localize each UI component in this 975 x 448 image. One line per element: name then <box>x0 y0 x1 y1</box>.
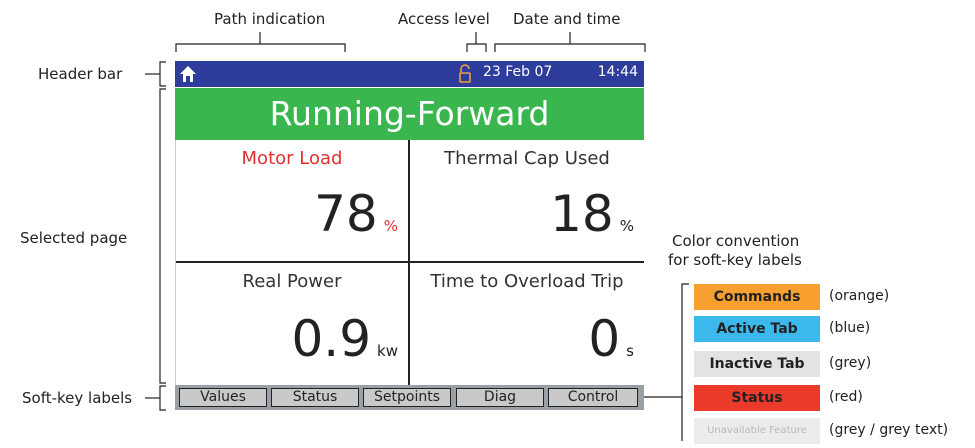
soft-key-labels-label: Soft-key labels <box>22 389 133 407</box>
softkey-values[interactable]: Values <box>179 388 267 407</box>
access-level-bracket <box>466 43 487 52</box>
cell-unit: % <box>383 217 398 235</box>
color-convention-title: Color convention <box>672 232 800 250</box>
legend-commands-swatch: Commands <box>694 284 820 310</box>
status-banner: Running-Forward <box>175 88 644 140</box>
legend-unavailable-swatch: Unavailable Feature <box>694 418 820 444</box>
path-indication-label: Path indication <box>214 10 326 28</box>
color-convention-subtitle: for soft-key labels <box>668 251 802 269</box>
cell-value-group: 0.9 kw <box>292 314 399 364</box>
cell-value: 18 <box>550 185 614 243</box>
cell-title: Time to Overload Trip <box>430 271 624 292</box>
legend-active-tab-swatch: Active Tab <box>694 316 820 342</box>
access-level-label: Access level <box>398 10 490 28</box>
overload-trip-cell: Time to Overload Trip 0s <box>410 263 644 386</box>
softkey-control[interactable]: Control <box>548 388 638 407</box>
legend-inactive-tab-swatch: Inactive Tab <box>694 351 820 377</box>
cell-unit: % <box>619 217 634 235</box>
softkey-status[interactable]: Status <box>271 388 359 407</box>
cell-title: Real Power <box>242 271 342 292</box>
thermal-cap-cell: Thermal Cap Used 18% <box>410 140 644 263</box>
home-icon[interactable] <box>179 64 197 84</box>
cell-value-group: 0s <box>588 314 634 364</box>
cell-value-group: 78% <box>314 189 398 239</box>
header-bar-label: Header bar <box>38 65 123 83</box>
selected-page: Motor Load 78% Thermal Cap Used 18% Real… <box>175 140 645 386</box>
selected-page-label: Selected page <box>20 229 128 247</box>
soft-key-bar: Values Status Setpoints Diag Control <box>175 385 644 410</box>
real-power-cell: Real Power 0.9 kw <box>176 263 410 386</box>
softkey-setpoints[interactable]: Setpoints <box>363 388 451 407</box>
selected-page-bracket <box>159 88 166 384</box>
legend-active-tab-note: (blue) <box>829 320 871 336</box>
cell-value-group: 18% <box>550 189 634 239</box>
color-convention-bracket <box>681 283 689 441</box>
cell-unit: kw <box>377 342 398 360</box>
cell-title: Thermal Cap Used <box>444 148 610 169</box>
date-time-bracket <box>494 43 646 52</box>
header-date: 23 Feb 07 <box>483 64 553 80</box>
legend-inactive-tab-note: (grey) <box>829 355 872 371</box>
date-time-label: Date and time <box>513 10 621 28</box>
legend-status-note: (red) <box>829 389 863 405</box>
header-bar: 23 Feb 07 14:44 <box>175 61 644 87</box>
cell-value: 0.9 <box>291 310 372 368</box>
softkey-diag[interactable]: Diag <box>456 388 544 407</box>
lock-icon <box>459 64 471 83</box>
cell-unit: s <box>626 342 634 360</box>
legend-unavailable-note: (grey / grey text) <box>829 422 949 438</box>
soft-key-bracket <box>159 385 166 411</box>
motor-load-cell: Motor Load 78% <box>176 140 410 263</box>
cell-value: 78 <box>314 185 378 243</box>
legend-status-swatch: Status <box>694 385 820 411</box>
cell-value: 0 <box>588 310 621 368</box>
cell-title: Motor Load <box>241 148 343 169</box>
path-indication-bracket <box>175 43 346 52</box>
header-time: 14:44 <box>597 64 638 80</box>
header-bar-bracket <box>159 61 166 87</box>
legend-commands-note: (orange) <box>829 288 890 304</box>
